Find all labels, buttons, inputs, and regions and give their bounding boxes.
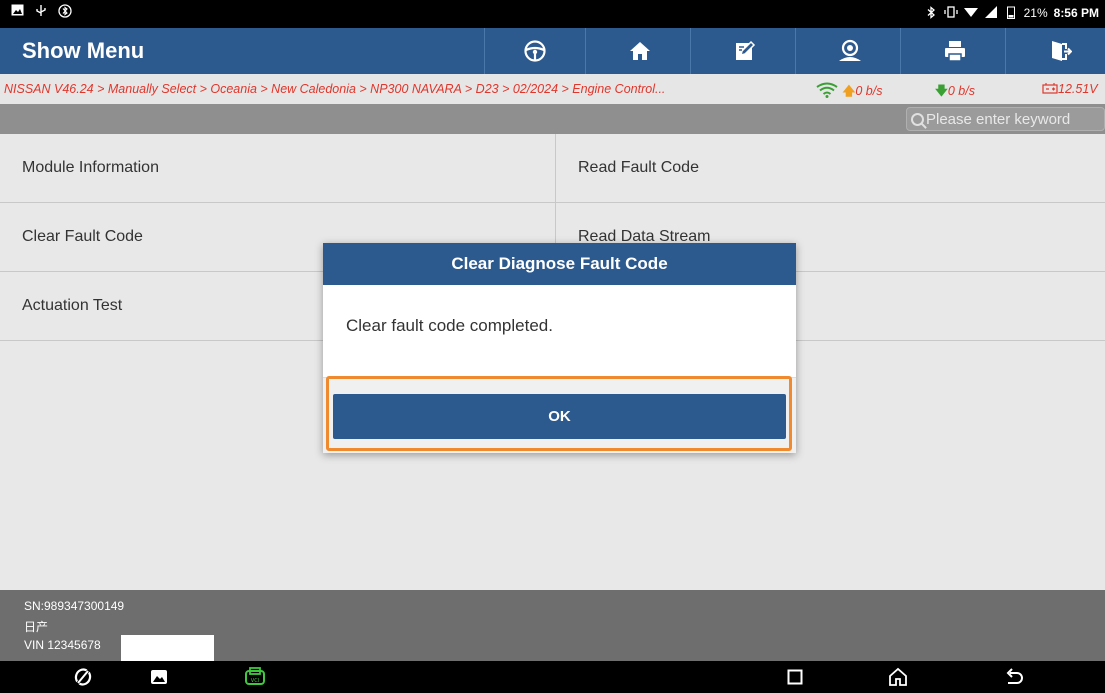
clock: 8:56 PM (1053, 6, 1099, 20)
exit-icon (1052, 41, 1072, 61)
menu-item-label: Module Information (22, 159, 159, 176)
status-right: 21% 8:56 PM (924, 6, 1099, 20)
upload-arrow-icon: 🡅 (842, 84, 856, 98)
user-icon (839, 39, 861, 61)
gallery-button[interactable] (148, 666, 170, 688)
vci-button[interactable]: VCI (244, 666, 266, 688)
back-icon (1006, 668, 1023, 684)
back-button[interactable] (1003, 666, 1025, 688)
download-rate-value: 0 b/s (947, 84, 975, 98)
recent-apps-button[interactable] (784, 666, 806, 688)
home-nav-icon (889, 667, 907, 686)
recent-apps-icon (787, 669, 803, 685)
browser-icon (74, 668, 92, 686)
search-bar: Please enter keyword (0, 104, 1105, 134)
bluetooth-settings-icon (58, 4, 72, 18)
toolbar-divider (900, 28, 901, 74)
steering-wheel-icon (524, 40, 546, 62)
menu-item-label: Clear Fault Code (22, 228, 143, 245)
menu-item-module-information[interactable]: Module Information (0, 134, 556, 203)
status-bar: 21% 8:56 PM (0, 0, 1105, 28)
vci-icon: VCI (245, 667, 265, 685)
download-rate: 🡇0 b/s (935, 82, 975, 103)
signal-icon (984, 6, 998, 20)
print-button[interactable] (925, 34, 985, 68)
ok-button[interactable]: OK (333, 394, 786, 439)
menu-item-label: Actuation Test (22, 297, 123, 314)
search-input[interactable]: Please enter keyword (906, 107, 1105, 131)
search-icon (911, 112, 924, 126)
app-header: Show Menu (0, 28, 1105, 74)
wifi-icon (963, 6, 978, 20)
battery-icon (1004, 6, 1018, 20)
breadcrumb-bar: NISSAN V46.24 > Manually Select > Oceani… (0, 74, 1105, 104)
edit-button[interactable] (715, 34, 775, 68)
toolbar-divider (1005, 28, 1006, 74)
toolbar-divider (690, 28, 691, 74)
download-arrow-icon: 🡇 (935, 84, 948, 98)
vehicle-info-footer: SN:989347300149 日产 VIN 12345678 (0, 590, 1105, 661)
print-icon (945, 41, 965, 62)
voltage: 12.51V (1042, 82, 1098, 96)
vin-redaction (121, 635, 214, 661)
gallery-icon (151, 670, 167, 684)
battery-percent: 21% (1023, 6, 1048, 20)
breadcrumb: NISSAN V46.24 > Manually Select > Oceani… (4, 82, 666, 96)
serial-number: SN:989347300149 (24, 599, 125, 613)
system-navigation-bar: VCI (0, 661, 1105, 693)
svg-text:VCI: VCI (251, 678, 259, 684)
menu-item-read-fault-code[interactable]: Read Fault Code (556, 134, 1105, 203)
browser-button[interactable] (72, 666, 94, 688)
vin-number: VIN 12345678 (24, 638, 101, 652)
exit-button[interactable] (1030, 34, 1090, 68)
toolbar-divider (484, 28, 485, 74)
dialog-message: Clear fault code completed. (346, 316, 553, 335)
upload-rate-value: 0 b/s (855, 84, 883, 98)
bluetooth-icon (924, 6, 938, 20)
search-placeholder: Please enter keyword (926, 110, 1071, 128)
toolbar-divider (795, 28, 796, 74)
dialog-title: Clear Diagnose Fault Code (323, 243, 796, 285)
usb-icon (34, 4, 48, 18)
home-icon (630, 42, 650, 60)
toolbar-divider (585, 28, 586, 74)
menu-item-label: Read Fault Code (578, 159, 699, 176)
page-title: Show Menu (22, 38, 145, 63)
voltage-value: 12.51V (1058, 82, 1098, 96)
wifi-signal-icon (816, 82, 838, 98)
upload-rate: 🡅0 b/s (815, 82, 882, 103)
battery-voltage-icon (1042, 83, 1058, 94)
vibrate-icon (943, 6, 958, 20)
steering-wheel-button[interactable] (505, 34, 565, 68)
status-left (10, 4, 72, 18)
vehicle-make: 日产 (24, 620, 49, 634)
user-button[interactable] (820, 34, 880, 68)
home-button[interactable] (610, 34, 670, 68)
edit-icon (736, 40, 756, 60)
home-nav-button[interactable] (887, 666, 909, 688)
gallery-notification-icon (10, 4, 24, 18)
